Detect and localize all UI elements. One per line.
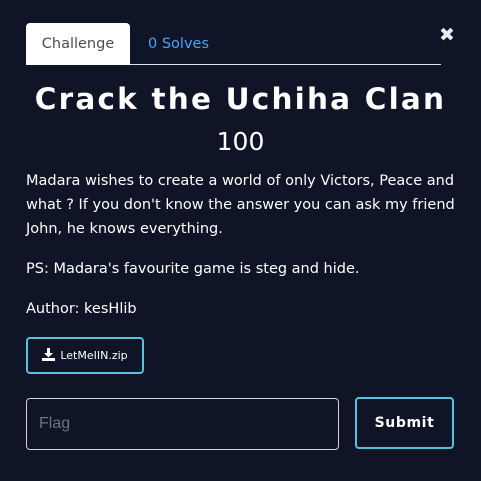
challenge-author: Author: kesHlib — [26, 301, 137, 317]
file-download-button[interactable]: LetMeIIN.zip — [26, 337, 144, 374]
download-icon — [42, 347, 60, 364]
tab-solves[interactable]: 0 Solves — [148, 23, 209, 64]
challenge-value: 100 — [216, 127, 265, 156]
flag-input[interactable] — [26, 398, 339, 450]
challenge-description: Madara wishes to create a world of only … — [26, 173, 455, 237]
file-download-label: LetMeIIN.zip — [60, 349, 128, 362]
challenge-hint: PS: Madara's favourite game is steg and … — [26, 261, 360, 277]
tab-nav: Challenge 0 Solves — [26, 23, 441, 65]
tab-challenge[interactable]: Challenge — [26, 23, 130, 65]
submit-button[interactable]: Submit — [355, 397, 454, 449]
challenge-title: Crack the Uchiha Clan — [34, 82, 447, 116]
